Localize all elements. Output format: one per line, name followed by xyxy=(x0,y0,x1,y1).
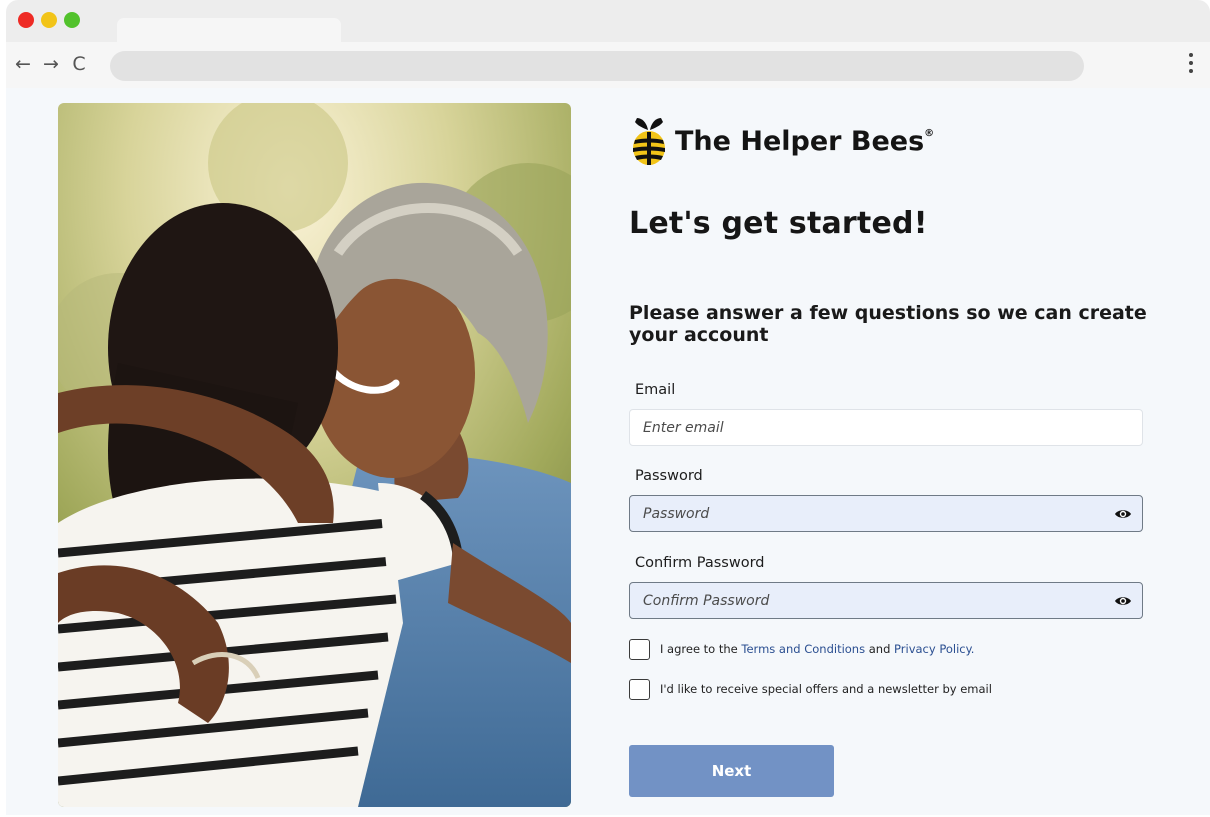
maximize-window-button[interactable] xyxy=(64,12,80,28)
email-label: Email xyxy=(635,382,676,398)
form-subtitle: Please answer a few questions so we can … xyxy=(629,302,1147,346)
confirm-password-input[interactable] xyxy=(629,582,1143,619)
hero-photo-hugging-women xyxy=(58,103,571,807)
brand-logo: The Helper Bees® xyxy=(629,116,949,168)
hero-photo-illustration xyxy=(58,103,571,807)
browser-window: ← → C The Helper Bees® Let's get started… xyxy=(6,0,1210,817)
confirm-password-label: Confirm Password xyxy=(635,555,765,571)
reload-icon[interactable]: C xyxy=(68,50,90,78)
privacy-policy-link[interactable]: Privacy Policy xyxy=(894,642,971,656)
tab-strip xyxy=(6,0,1210,42)
password-label: Password xyxy=(635,468,703,484)
terms-agreement-row: I agree to the Terms and Conditions and … xyxy=(629,639,1149,661)
terms-text: I agree to the Terms and Conditions and … xyxy=(660,642,975,656)
address-bar[interactable] xyxy=(110,51,1084,81)
eye-icon[interactable] xyxy=(1114,507,1132,521)
close-window-button[interactable] xyxy=(18,12,34,28)
password-input[interactable] xyxy=(629,495,1143,532)
bee-logo-icon xyxy=(633,118,665,165)
eye-icon[interactable] xyxy=(1114,594,1132,608)
browser-tab[interactable] xyxy=(117,18,341,42)
newsletter-checkbox[interactable] xyxy=(629,679,650,700)
back-arrow-icon[interactable]: ← xyxy=(12,50,34,78)
minimize-window-button[interactable] xyxy=(41,12,57,28)
browser-toolbar: ← → C xyxy=(6,42,1210,88)
signup-form: The Helper Bees® Let's get started! Plea… xyxy=(629,88,1149,815)
forward-arrow-icon[interactable]: → xyxy=(40,50,62,78)
terms-checkbox[interactable] xyxy=(629,639,650,660)
next-button[interactable]: Next xyxy=(629,745,834,797)
newsletter-text: I'd like to receive special offers and a… xyxy=(660,682,992,696)
newsletter-row: I'd like to receive special offers and a… xyxy=(629,679,1149,701)
brand-name: The Helper Bees® xyxy=(675,126,935,157)
page-title: Let's get started! xyxy=(629,206,928,241)
email-input[interactable] xyxy=(629,409,1143,446)
signup-page: The Helper Bees® Let's get started! Plea… xyxy=(6,88,1210,815)
terms-and-conditions-link[interactable]: Terms and Conditions xyxy=(741,642,865,656)
kebab-menu-icon[interactable] xyxy=(1181,50,1201,80)
